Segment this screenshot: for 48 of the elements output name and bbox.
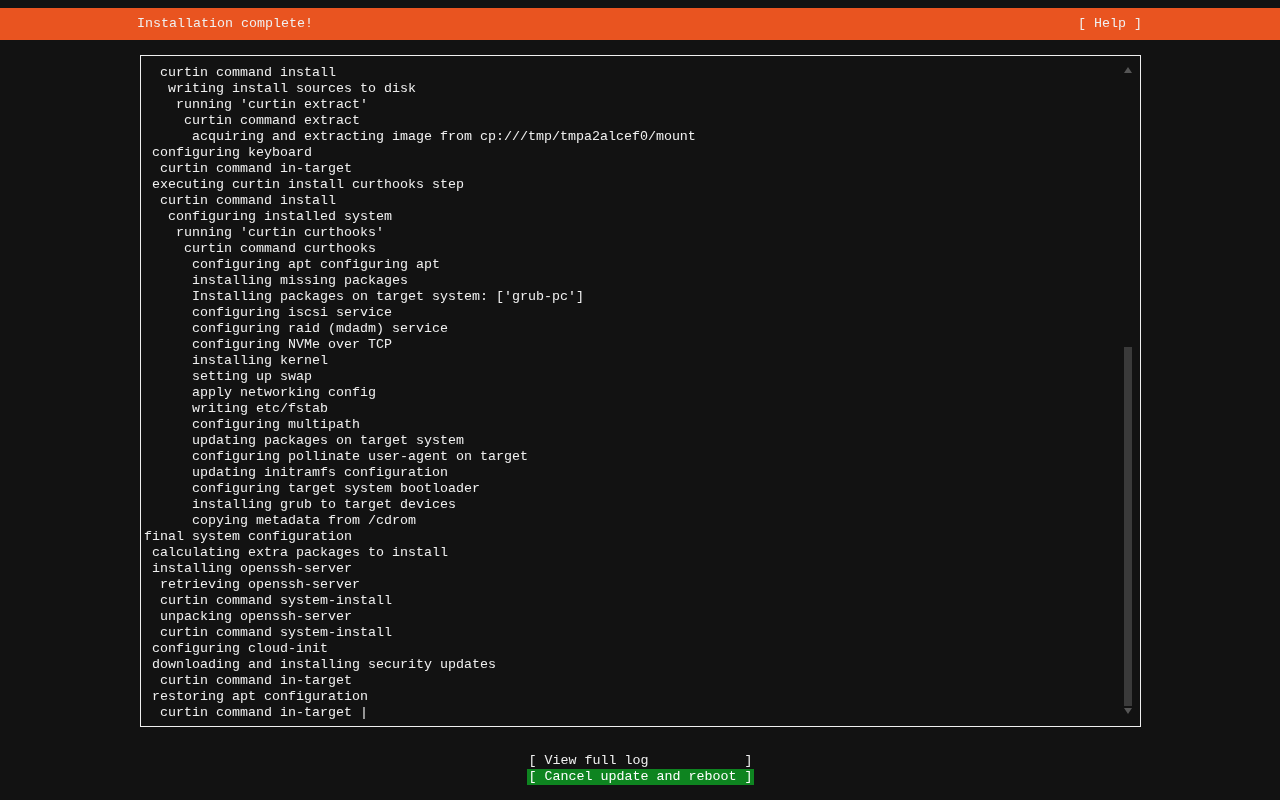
log-line: updating initramfs configuration xyxy=(191,465,448,481)
log-line: downloading and installing security updates xyxy=(151,657,496,673)
log-line: curtin command install xyxy=(159,65,336,81)
log-line: running 'curtin extract' xyxy=(175,97,368,113)
log-line: copying metadata from /cdrom xyxy=(191,513,416,529)
log-line: installing grub to target devices xyxy=(191,497,456,513)
log-line: curtin command system-install xyxy=(159,593,392,609)
log-line: curtin command in-target xyxy=(159,161,352,177)
log-line: executing curtin install curthooks step xyxy=(151,177,464,193)
log-line: Installing packages on target system: ['grub-pc'] xyxy=(191,289,584,305)
log-line: running 'curtin curthooks' xyxy=(175,225,384,241)
log-line: configuring installed system xyxy=(167,209,392,225)
log-line: curtin command extract xyxy=(183,113,360,129)
log-line: apply networking config xyxy=(191,385,376,401)
log-line: calculating extra packages to install xyxy=(151,545,448,561)
log-line: acquiring and extracting image from cp:///tmp/tmpa2alcef0/mount xyxy=(191,129,696,145)
log-line: updating packages on target system xyxy=(191,433,464,449)
log-line: installing missing packages xyxy=(191,273,408,289)
log-line: installing kernel xyxy=(191,353,328,369)
scroll-up-icon[interactable] xyxy=(1124,67,1132,73)
log-line: configuring cloud-init xyxy=(151,641,328,657)
log-line: configuring keyboard xyxy=(151,145,312,161)
log-line: curtin command curthooks xyxy=(183,241,376,257)
action-button[interactable]: [ View full log ] xyxy=(526,753,755,769)
log-line: curtin command system-install xyxy=(159,625,392,641)
log-line: writing etc/fstab xyxy=(191,401,328,417)
log-line: writing install sources to disk xyxy=(167,81,416,97)
log-line: retrieving openssh-server xyxy=(159,577,360,593)
log-line: configuring pollinate user-agent on target xyxy=(191,449,528,465)
help-button[interactable]: [ Help ] xyxy=(1078,16,1142,32)
header-title: Installation complete! xyxy=(137,16,313,32)
scroll-down-icon[interactable] xyxy=(1124,708,1132,714)
log-line: installing openssh-server xyxy=(151,561,352,577)
log-line: final system configuration xyxy=(144,529,352,545)
log-line: configuring raid (mdadm) service xyxy=(191,321,448,337)
action-button[interactable]: [ Cancel update and reboot ] xyxy=(526,769,755,785)
log-line: curtin command install xyxy=(159,193,336,209)
log-line: configuring NVMe over TCP xyxy=(191,337,392,353)
log-line: configuring multipath xyxy=(191,417,360,433)
log-line: setting up swap xyxy=(191,369,312,385)
log-line: curtin command in-target xyxy=(159,673,352,689)
log-line: configuring apt configuring apt xyxy=(191,257,440,273)
log-line: unpacking openssh-server xyxy=(159,609,352,625)
log-line: curtin command in-target | xyxy=(159,705,368,721)
log-line: configuring iscsi service xyxy=(191,305,392,321)
scrollbar-thumb[interactable] xyxy=(1124,347,1132,706)
log-line: restoring apt configuration xyxy=(151,689,368,705)
log-line: configuring target system bootloader xyxy=(191,481,480,497)
